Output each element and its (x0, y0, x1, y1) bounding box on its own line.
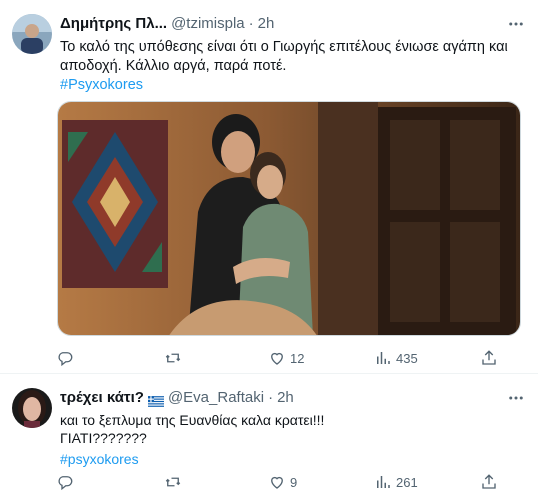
tweet[interactable]: τρέχει κάτι? @Eva_Raftaki · 2h και το ξε… (0, 374, 538, 491)
display-name[interactable]: τρέχει κάτι? (60, 388, 144, 408)
action-bar: 12 435 (56, 348, 526, 368)
share-icon (482, 474, 496, 489)
tweet-image[interactable] (57, 101, 521, 336)
more-dots-icon[interactable] (504, 12, 528, 36)
more-dots-icon[interactable] (504, 386, 528, 410)
tweet-text-line: αποδοχή. Κάλλιο αργά, παρά ποτέ. (60, 58, 287, 74)
share-button[interactable] (480, 349, 498, 367)
retweet-button[interactable] (164, 349, 186, 367)
tweet-text-line: και το ξεπλυμα της Ευανθίας καλα κρατει!… (60, 412, 325, 428)
timestamp[interactable]: 2h (258, 14, 275, 34)
reply-button[interactable] (56, 473, 78, 491)
hashtag-link[interactable]: #psyxokores (60, 450, 515, 468)
like-count: 12 (290, 350, 305, 366)
separator-dot: · (268, 389, 274, 406)
user-handle[interactable]: @Eva_Raftaki (168, 388, 264, 408)
share-icon (482, 350, 496, 365)
timestamp[interactable]: 2h (277, 388, 294, 408)
action-bar: 9 261 (56, 472, 526, 492)
like-button[interactable]: 9 (268, 473, 297, 491)
display-name[interactable]: Δημήτρης Πλ... (60, 14, 167, 34)
user-handle[interactable]: @tzimispla (171, 14, 245, 34)
like-icon (271, 352, 283, 365)
tweet[interactable]: Δημήτρης Πλ... @tzimispla · 2h Το καλό τ… (0, 0, 538, 374)
share-button[interactable] (480, 473, 498, 491)
like-button[interactable]: 12 (268, 349, 304, 367)
retweet-icon (165, 353, 181, 363)
views-button[interactable]: 435 (374, 349, 418, 367)
views-count: 435 (396, 350, 418, 366)
tweet-text: Το καλό της υπόθεσης είναι ότι ο Γιωργής… (60, 38, 515, 95)
retweet-icon (165, 477, 181, 487)
views-icon (377, 352, 390, 364)
views-icon (377, 476, 390, 488)
tweet-header: τρέχει κάτι? @Eva_Raftaki · 2h (60, 388, 294, 408)
tweet-text-line: ΓΙΑΤΙ??????? (60, 430, 147, 446)
avatar[interactable] (12, 14, 52, 54)
retweet-button[interactable] (164, 473, 186, 491)
separator-dot: · (248, 15, 254, 32)
hashtag-link[interactable]: #Psyxokores (60, 76, 515, 95)
tweet-text: και το ξεπλυμα της Ευανθίας καλα κρατει!… (60, 411, 515, 468)
reply-icon (58, 352, 73, 367)
views-button[interactable]: 261 (374, 473, 418, 491)
tweet-header: Δημήτρης Πλ... @tzimispla · 2h (60, 14, 274, 34)
reply-icon (58, 476, 73, 491)
like-count: 9 (290, 474, 298, 490)
greece-flag-icon (147, 393, 164, 407)
reply-button[interactable] (56, 349, 78, 367)
views-count: 261 (396, 474, 418, 490)
like-icon (271, 476, 283, 489)
avatar[interactable] (12, 388, 52, 428)
tweet-text-line: Το καλό της υπόθεσης είναι ότι ο Γιωργής… (60, 39, 508, 55)
